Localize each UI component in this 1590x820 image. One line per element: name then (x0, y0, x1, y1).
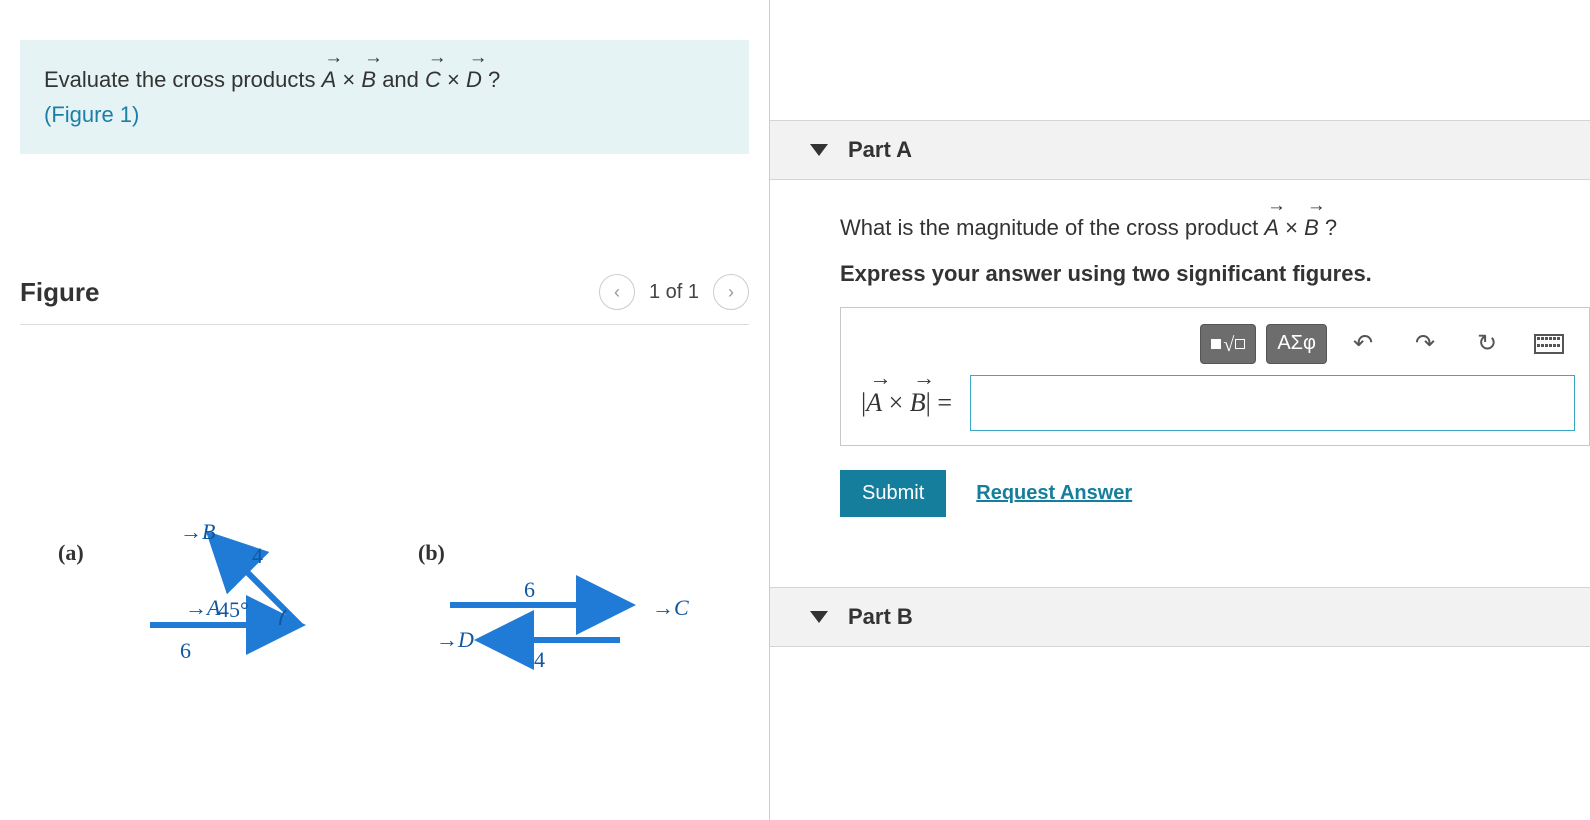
answer-lhs: |→A × →B| = (855, 388, 958, 418)
diagram-a-svg (130, 505, 390, 685)
answer-box: √ ΑΣφ ↶ ↷ ↻ |→A × →B| = (840, 307, 1590, 446)
part-b-header[interactable]: Part B (770, 587, 1590, 647)
templates-icon: √ (1211, 332, 1245, 355)
vector-D: →D (466, 62, 482, 97)
part-a-question: What is the magnitude of the cross produ… (840, 210, 1590, 245)
question-vector-A: →A (1264, 210, 1279, 245)
request-answer-link[interactable]: Request Answer (976, 482, 1132, 505)
vector-B: →B (361, 62, 376, 97)
label-vector-D: →D (436, 627, 474, 653)
figure-link[interactable]: (Figure 1) (44, 97, 725, 132)
left-pane: Evaluate the cross products →A × →B and … (0, 0, 770, 820)
part-a-instruction: Express your answer using two significan… (840, 261, 1590, 287)
part-b-title: Part B (848, 604, 913, 630)
figure-header: Figure ‹ 1 of 1 › (20, 274, 749, 325)
answer-input[interactable] (970, 375, 1575, 431)
label-vector-C: →C (652, 595, 689, 621)
figure-next-button[interactable]: › (713, 274, 749, 310)
label-vector-A: →A (185, 595, 220, 621)
redo-button[interactable]: ↷ (1399, 322, 1451, 365)
prompt-suffix: ? (488, 67, 500, 92)
question-times: × (1285, 215, 1304, 240)
label-length-A: 6 (180, 638, 191, 664)
submit-row: Submit Request Answer (840, 470, 1590, 517)
part-a-title: Part A (848, 137, 912, 163)
submit-button[interactable]: Submit (840, 470, 946, 517)
times-symbol-2: × (447, 67, 466, 92)
label-length-C: 6 (524, 577, 535, 603)
figure-title: Figure (20, 277, 99, 308)
label-length-B: 4 (252, 543, 263, 569)
times-symbol: × (342, 67, 361, 92)
part-a-header[interactable]: Part A (770, 120, 1590, 180)
greek-symbols-button[interactable]: ΑΣφ (1266, 324, 1327, 364)
question-suffix: ? (1325, 215, 1337, 240)
figure-counter: 1 of 1 (649, 281, 699, 304)
question-prefix: What is the magnitude of the cross produ… (840, 215, 1264, 240)
answer-row: |→A × →B| = (841, 375, 1589, 445)
prompt-line-1: Evaluate the cross products →A × →B and … (44, 62, 725, 97)
figure-canvas: (a) →B 4 →A 45° 6 (b) (20, 355, 749, 715)
keyboard-button[interactable] (1523, 324, 1575, 364)
prompt-mid: and (382, 67, 425, 92)
label-length-D: 4 (534, 647, 545, 673)
keyboard-icon (1534, 334, 1564, 354)
prompt-prefix: Evaluate the cross products (44, 67, 322, 92)
math-templates-button[interactable]: √ (1200, 324, 1256, 364)
reset-button[interactable]: ↻ (1461, 322, 1513, 365)
problem-prompt: Evaluate the cross products →A × →B and … (20, 40, 749, 154)
question-vector-B: →B (1304, 210, 1319, 245)
undo-button[interactable]: ↶ (1337, 322, 1389, 365)
answer-toolbar: √ ΑΣφ ↶ ↷ ↻ (841, 308, 1589, 375)
vector-A: →A (322, 62, 337, 97)
part-a-body: What is the magnitude of the cross produ… (770, 180, 1590, 547)
vector-C: →C (425, 62, 441, 97)
figure-prev-button[interactable]: ‹ (599, 274, 635, 310)
figure-nav: ‹ 1 of 1 › (599, 274, 749, 310)
label-angle-AB: 45° (218, 597, 249, 623)
chevron-down-icon (810, 611, 828, 623)
chevron-down-icon (810, 144, 828, 156)
right-pane: Part A What is the magnitude of the cros… (770, 0, 1590, 820)
label-vector-B: →B (180, 519, 215, 545)
figure-label-a: (a) (58, 540, 84, 566)
